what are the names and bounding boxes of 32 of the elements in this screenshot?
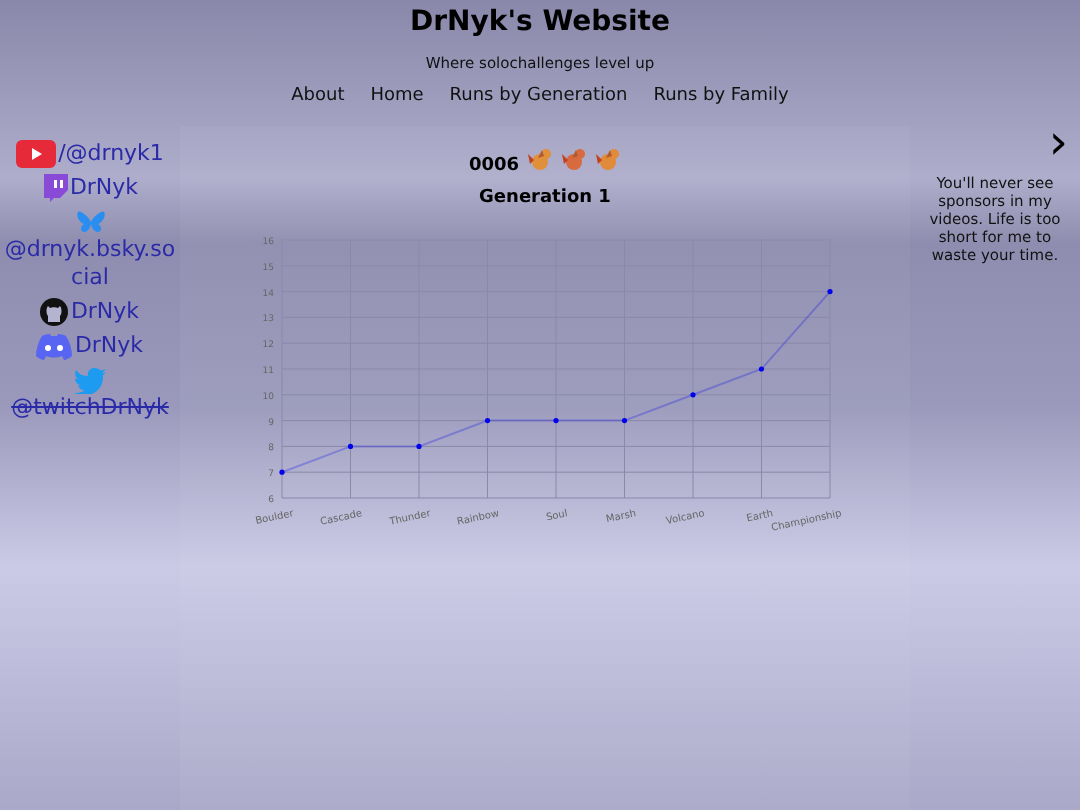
creature-icon: [595, 148, 622, 172]
nav-link[interactable]: Home: [370, 86, 424, 106]
nav-link[interactable]: Runs by Family: [653, 86, 789, 106]
social-link[interactable]: DrNyk: [70, 298, 140, 327]
data-point: [757, 366, 764, 372]
creature-icon: [561, 148, 588, 172]
social-link[interactable]: DrNyk: [74, 332, 144, 362]
nav-link[interactable]: About: [291, 86, 345, 106]
play-icon: [16, 140, 57, 169]
chart-title: Generation 1: [479, 188, 611, 208]
data-point: [415, 443, 421, 449]
entry-number: 0006: [468, 156, 520, 176]
chat-bubble-icon: [41, 174, 68, 203]
social-link[interactable]: DrNyk: [69, 174, 139, 204]
data-point: [689, 392, 695, 398]
cat-icon: [40, 298, 69, 327]
data-point: [278, 469, 284, 475]
butterfly-icon: [75, 209, 105, 236]
social-link[interactable]: /@drnyk1: [58, 140, 164, 169]
site-title: DrNyk's Website: [410, 6, 670, 38]
data-point: [483, 418, 490, 424]
nav-link[interactable]: Runs by Generation: [449, 86, 628, 106]
data-point: [552, 418, 558, 424]
social-link[interactable]: @twitchDrNyk: [4, 393, 176, 423]
game-controller-icon: [36, 334, 73, 361]
data-point: [346, 443, 353, 449]
bird-icon: [74, 367, 106, 394]
social-link[interactable]: @drnyk.bsky.social: [4, 235, 176, 293]
data-point: [826, 289, 832, 295]
creature-icon: [527, 148, 554, 172]
next-arrow[interactable]: ›: [1048, 122, 1068, 162]
data-point: [620, 418, 627, 424]
